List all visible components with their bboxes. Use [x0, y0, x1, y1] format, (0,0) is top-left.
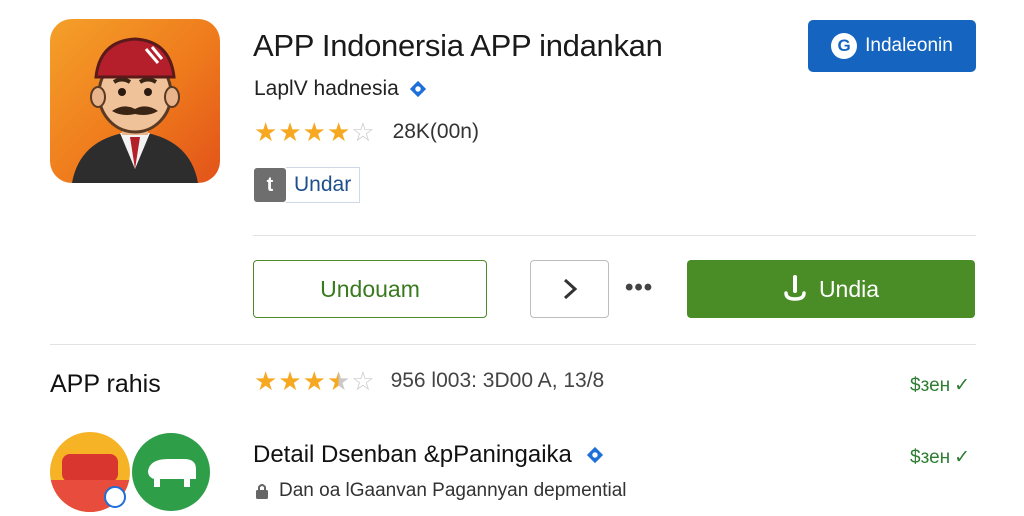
- rating-count: 28K​(00n): [392, 120, 479, 143]
- section-price[interactable]: $зен ✓: [910, 374, 970, 397]
- divider: [50, 344, 976, 345]
- star-full-icon: ★: [326, 117, 351, 147]
- developer-name[interactable]: LaplV hadnesia: [254, 77, 399, 101]
- price-label: $зен: [910, 374, 951, 396]
- star-full-icon: ★: [302, 366, 326, 396]
- star-half-icon: ★: [326, 366, 351, 396]
- star-empty-icon: ☆: [351, 117, 375, 147]
- detail-subtitle-row: Dan oa lGaanvan Pagannyan depmential: [253, 480, 627, 502]
- download-icon: [784, 275, 806, 301]
- related-app-icon[interactable]: [132, 433, 210, 511]
- content-rating-icon: t: [254, 168, 286, 202]
- app-shape: [62, 454, 118, 482]
- detail-price[interactable]: $зен ✓: [910, 446, 970, 469]
- detail-title[interactable]: Detail Dsenban &pPaningaika: [253, 441, 572, 469]
- section-title: APP rahis: [50, 370, 161, 398]
- star-full-icon: ★: [254, 366, 278, 396]
- next-button[interactable]: [530, 260, 609, 318]
- divider: [253, 235, 976, 236]
- detail-title-row[interactable]: Detail Dsenban &pPaningaika: [253, 441, 604, 469]
- verified-small-icon: [104, 486, 126, 508]
- star-rating: ★ ★ ★ ★ ☆: [254, 368, 375, 394]
- app-icon: [50, 19, 220, 183]
- brand-button-label: Indaleonin: [865, 35, 953, 56]
- app-title: APP Indonersia APP indankan: [253, 28, 663, 63]
- chevron-down-icon: ✓: [954, 375, 971, 396]
- app-rating-row: ★ ★ ★ ★ ☆ 28K​(00n): [254, 119, 479, 145]
- brand-logo-icon: G: [831, 33, 858, 59]
- star-rating: ★ ★ ★ ★ ☆: [254, 119, 375, 145]
- developer-row[interactable]: LaplV hadnesia: [254, 77, 427, 101]
- chevron-down-icon: ✓: [954, 447, 971, 468]
- star-empty-icon: ☆: [351, 366, 375, 396]
- more-options-icon[interactable]: •••: [625, 274, 653, 302]
- verified-badge-icon: [409, 80, 426, 98]
- section-rating-row: ★ ★ ★ ★ ☆ 956 l003: 3D00 A, 13/8: [254, 368, 604, 394]
- rating-meta: 956 l003: 3D00 A, 13/8: [390, 369, 605, 392]
- star-full-icon: ★: [278, 366, 302, 396]
- price-label: $зен: [910, 446, 951, 468]
- star-full-icon: ★: [254, 117, 278, 147]
- detail-subtitle: Dan oa lGaanvan Pagannyan depmential: [279, 480, 627, 501]
- star-full-icon: ★: [302, 117, 326, 147]
- star-full-icon: ★: [278, 117, 302, 147]
- app-mascot-illustration: [72, 37, 198, 183]
- content-badge[interactable]: t Undar: [254, 167, 361, 203]
- install-button[interactable]: Undia: [687, 260, 975, 318]
- brand-button[interactable]: G Indaleonin: [808, 20, 976, 72]
- content-badge-label: Undar: [286, 167, 361, 203]
- install-button-label: Undia: [818, 275, 880, 302]
- lock-icon: [256, 484, 268, 499]
- verified-badge-icon: [586, 446, 603, 464]
- chevron-right-icon: [563, 278, 577, 300]
- animal-icon: [148, 459, 196, 487]
- secondary-button[interactable]: Undouam: [253, 260, 487, 318]
